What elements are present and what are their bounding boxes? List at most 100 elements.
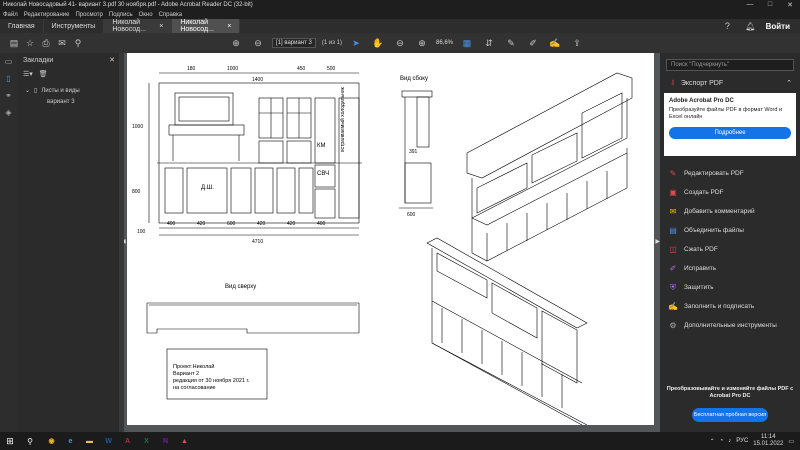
tool-item[interactable]: ⛨ Защитить bbox=[660, 278, 800, 297]
login-button[interactable]: Войти bbox=[766, 22, 790, 31]
tab-tools[interactable]: Инструменты bbox=[44, 19, 105, 33]
tab-home[interactable]: Главная bbox=[0, 19, 44, 33]
close-tab-icon[interactable]: × bbox=[159, 23, 163, 30]
bell-icon[interactable]: 🔔︎ bbox=[745, 22, 755, 31]
iso1-hood bbox=[476, 162, 528, 214]
left-rail: ▭ ▯ ⚭ ◈ bbox=[0, 53, 17, 432]
volume-icon[interactable]: ♪ bbox=[728, 438, 731, 444]
bookmark-item[interactable]: ⌄ ▯ Листы и виды bbox=[17, 87, 119, 95]
scroll-mode-icon[interactable]: ⇵ bbox=[481, 38, 497, 49]
tool-item[interactable]: ✐ Исправить bbox=[660, 259, 800, 278]
base-cabinet-1 bbox=[164, 167, 184, 214]
zoom-in-icon[interactable]: ⊕ bbox=[414, 38, 430, 49]
tab-document-1[interactable]: Николай Новоcод... × bbox=[104, 19, 173, 33]
network-icon[interactable]: ◔ bbox=[720, 438, 724, 444]
tool-item[interactable]: ✎ Редактировать PDF bbox=[660, 164, 800, 183]
tool-item[interactable]: ◫ Сжать PDF bbox=[660, 240, 800, 259]
save-icon[interactable]: ▤ bbox=[6, 38, 22, 49]
menu-help[interactable]: Справка bbox=[159, 12, 183, 18]
attachment-icon[interactable]: ⚭ bbox=[5, 91, 12, 100]
menu-window[interactable]: Окно bbox=[139, 12, 153, 18]
fridge-label: встраиваемый холодильник bbox=[340, 87, 346, 152]
taskbar-app-access-icon[interactable]: A bbox=[120, 434, 135, 448]
collapse-chevron-icon[interactable]: ⌄ bbox=[25, 87, 30, 94]
chevron-up-icon[interactable]: ⌃ bbox=[786, 79, 792, 87]
close-window-button[interactable]: ✕ bbox=[780, 1, 800, 9]
menu-sign[interactable]: Подпись bbox=[109, 12, 133, 18]
next-page-icon[interactable]: ⊖ bbox=[250, 38, 266, 49]
tool-label: Объединить файлы bbox=[684, 227, 744, 234]
bookmark-icon[interactable]: ▯ bbox=[6, 74, 10, 83]
notifications-icon[interactable]: ▭ bbox=[788, 438, 794, 445]
bookmark-folder-icon: ▯ bbox=[34, 88, 38, 94]
bookmark-label: Листы и виды bbox=[41, 87, 80, 94]
collapse-left-arrow[interactable]: ◀ bbox=[124, 238, 126, 245]
tool-label: Заполнить и подписать bbox=[684, 303, 755, 310]
dim-top-label: 500 bbox=[327, 66, 336, 72]
taskbar-app-onenote-icon[interactable]: N bbox=[158, 434, 173, 448]
tab-document-2[interactable]: Николай Новоcод... × bbox=[172, 19, 241, 33]
free-trial-button[interactable]: Бесплатная пробная версия bbox=[692, 408, 768, 422]
language-indicator[interactable]: РУС bbox=[736, 438, 748, 444]
taskbar-app-explorer-icon[interactable]: ▬ bbox=[82, 434, 97, 448]
tool-label: Защитить bbox=[684, 284, 714, 291]
taskbar-search-icon[interactable]: ⚲ bbox=[20, 437, 40, 446]
taskbar-app-acrobat-icon[interactable]: ▲ bbox=[177, 434, 192, 448]
help-icon[interactable]: ? bbox=[719, 21, 735, 31]
iso2-upper-cab bbox=[491, 282, 538, 339]
tool-item[interactable]: ▣ Создать PDF bbox=[660, 183, 800, 202]
tab-bar-right: ? 🔔︎ Войти bbox=[719, 19, 800, 33]
layers-icon[interactable]: ◈ bbox=[5, 108, 11, 117]
bookmark-options-icon[interactable]: ☰▾ bbox=[23, 70, 33, 78]
page-count: (1 из 1) bbox=[321, 40, 342, 46]
comment-tool-icon[interactable]: ✎ bbox=[503, 38, 519, 49]
share-icon[interactable]: ⇪ bbox=[569, 38, 585, 49]
taskbar-app-word-icon[interactable]: W bbox=[101, 434, 116, 448]
page-number-input[interactable]: [1] вариант 3 bbox=[272, 38, 316, 48]
search-icon[interactable]: ⚲ bbox=[70, 38, 86, 49]
dim-bottom-label: 400 bbox=[317, 221, 326, 227]
taskbar-app-edge-icon[interactable]: e bbox=[63, 434, 78, 448]
sign-icon[interactable]: ✍ bbox=[547, 38, 563, 49]
tool-item[interactable]: ✍ Заполнить и подписать bbox=[660, 297, 800, 316]
tool-item[interactable]: ▤ Объединить файлы bbox=[660, 221, 800, 240]
tool-item[interactable]: ✉ Добавить комментарий bbox=[660, 202, 800, 221]
hand-tool-icon[interactable]: ✋ bbox=[370, 38, 386, 49]
protect-icon: ⛨ bbox=[670, 282, 676, 292]
email-icon[interactable]: ✉ bbox=[54, 38, 70, 49]
tools-search-input[interactable]: Поиск "Подчеркнуть" bbox=[666, 59, 794, 71]
select-cursor-icon[interactable]: ➤ bbox=[348, 38, 364, 49]
clock[interactable]: 11:14 15.01.2022 bbox=[753, 434, 783, 448]
zoom-level[interactable]: 86,6% bbox=[436, 40, 453, 46]
export-pdf-tool[interactable]: ⇩ Экспорт PDF ⌃ bbox=[660, 79, 800, 88]
menu-view[interactable]: Просмотр bbox=[75, 12, 102, 18]
hood-panel bbox=[174, 92, 234, 126]
print-icon[interactable]: ⎙ bbox=[38, 38, 54, 49]
tray-chevron-icon[interactable]: ⌃ bbox=[710, 438, 715, 445]
delete-bookmark-icon[interactable]: 🗑︎ bbox=[39, 70, 48, 78]
minimize-button[interactable]: — bbox=[740, 1, 760, 9]
base-cabinet-5 bbox=[298, 167, 314, 214]
tool-item[interactable]: ⚙ Дополнительные инструменты bbox=[660, 316, 800, 335]
pdf-page: 180 1000 1400 450 500 1000 800 100 4710 … bbox=[127, 53, 654, 425]
close-tab-icon[interactable]: × bbox=[227, 23, 231, 30]
windows-start-icon[interactable]: ⊞ bbox=[0, 436, 20, 447]
taskbar-app-excel-icon[interactable]: X bbox=[139, 434, 154, 448]
star-icon[interactable]: ☆ bbox=[22, 38, 38, 49]
close-panel-icon[interactable]: ✕ bbox=[109, 56, 115, 64]
menu-file[interactable]: Файл bbox=[3, 12, 18, 18]
highlight-icon[interactable]: ✐ bbox=[525, 38, 541, 49]
iso2-plinth bbox=[431, 342, 588, 425]
bookmarks-title: Закладки bbox=[23, 56, 54, 64]
menu-edit[interactable]: Редактирование bbox=[24, 12, 70, 18]
learn-more-button[interactable]: Подробнее bbox=[669, 126, 791, 139]
page-thumbnails-icon[interactable]: ▭ bbox=[5, 57, 13, 66]
zoom-out-icon[interactable]: ⊖ bbox=[392, 38, 408, 49]
iso2-left-edge bbox=[431, 248, 583, 425]
maximize-button[interactable]: □ bbox=[760, 1, 780, 9]
bookmark-subitem[interactable]: вариант 3 bbox=[17, 99, 119, 105]
taskbar-app-chrome-icon[interactable]: ◉ bbox=[44, 434, 59, 448]
fit-page-icon[interactable]: ▦ bbox=[459, 38, 475, 49]
prev-page-icon[interactable]: ⊕ bbox=[228, 38, 244, 49]
side-view-label: Вид сбоку bbox=[400, 76, 428, 82]
